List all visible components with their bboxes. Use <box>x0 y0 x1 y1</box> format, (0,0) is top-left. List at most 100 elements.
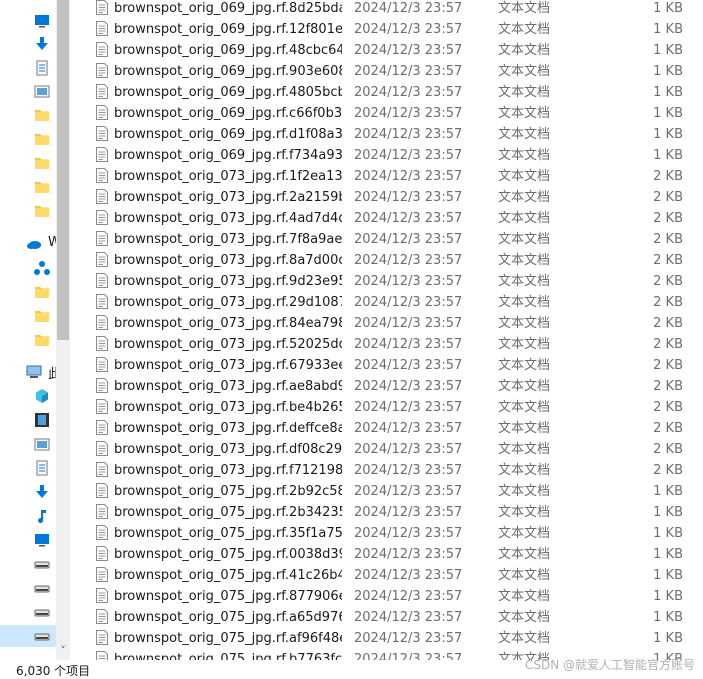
file-row[interactable]: brownspot_orig_075_jpg.rf.2b342353... 202… <box>90 502 703 523</box>
drive-icon <box>34 604 50 620</box>
file-row[interactable]: brownspot_orig_069_jpg.rf.8d25bda3... 202… <box>90 0 703 19</box>
file-name: brownspot_orig_073_jpg.rf.f7121985f... <box>114 463 342 478</box>
file-row[interactable]: brownspot_orig_069_jpg.rf.d1f08a31... 202… <box>90 124 703 145</box>
file-date-modified: 2024/12/3 23:57 <box>354 43 463 58</box>
nav-item[interactable] <box>0 577 56 599</box>
file-row[interactable]: brownspot_orig_069_jpg.rf.c66f0b3ce... 20… <box>90 103 703 124</box>
nav-item[interactable] <box>0 57 56 79</box>
text-file-icon <box>96 105 108 120</box>
file-size: 1 KB <box>653 631 683 646</box>
file-name: brownspot_orig_075_jpg.rf.35f1a75ea... <box>114 526 342 541</box>
file-row[interactable]: brownspot_orig_073_jpg.rf.ae8abd9b... 202… <box>90 376 703 397</box>
3d-objects-icon <box>34 388 50 404</box>
file-name: brownspot_orig_073_jpg.rf.df08c2930... <box>114 442 342 457</box>
file-name: brownspot_orig_073_jpg.rf.4ad7d4d1... <box>114 211 342 226</box>
file-row[interactable]: brownspot_orig_073_jpg.rf.7f8a9aeb... 202… <box>90 229 703 250</box>
file-row[interactable]: brownspot_orig_075_jpg.rf.877906e0... 202… <box>90 586 703 607</box>
file-row[interactable]: brownspot_orig_073_jpg.rf.df08c2930... 20… <box>90 439 703 460</box>
nav-item[interactable] <box>0 305 56 327</box>
nav-item[interactable] <box>0 481 56 503</box>
file-row[interactable]: brownspot_orig_073_jpg.rf.67933eec... 202… <box>90 355 703 376</box>
file-row[interactable]: brownspot_orig_069_jpg.rf.48cbc643... 202… <box>90 40 703 61</box>
nav-item[interactable] <box>0 601 56 623</box>
file-name: brownspot_orig_075_jpg.rf.41c26b45... <box>114 568 342 583</box>
nav-item[interactable] <box>0 529 56 551</box>
file-row[interactable]: brownspot_orig_073_jpg.rf.2a2159b3... 202… <box>90 187 703 208</box>
text-file-icon <box>96 63 108 78</box>
file-type: 文本文档 <box>498 547 551 562</box>
file-size: 2 KB <box>653 232 683 247</box>
nav-item[interactable] <box>0 385 56 407</box>
nav-item[interactable] <box>0 553 56 575</box>
file-type: 文本文档 <box>498 484 551 499</box>
file-name: brownspot_orig_075_jpg.rf.2b342353... <box>114 505 342 520</box>
file-date-modified: 2024/12/3 23:57 <box>354 568 463 583</box>
file-row[interactable]: brownspot_orig_075_jpg.rf.a65d9764... 202… <box>90 607 703 628</box>
file-row[interactable]: brownspot_orig_073_jpg.rf.8a7d00de... 202… <box>90 250 703 271</box>
file-row[interactable]: brownspot_orig_069_jpg.rf.12f801e77... 20… <box>90 19 703 40</box>
nav-item[interactable] <box>0 200 56 222</box>
file-size: 2 KB <box>653 274 683 289</box>
text-file-icon <box>96 147 108 162</box>
file-row[interactable]: brownspot_orig_075_jpg.rf.2b92c58a... 202… <box>90 481 703 502</box>
nav-item[interactable] <box>0 625 56 647</box>
file-name: brownspot_orig_069_jpg.rf.903e6089... <box>114 64 342 79</box>
nav-item[interactable] <box>0 80 56 102</box>
nav-scrollbar-thumb[interactable] <box>57 0 69 340</box>
file-row[interactable]: brownspot_orig_073_jpg.rf.4ad7d4d1... 202… <box>90 208 703 229</box>
file-size: 1 KB <box>653 547 683 562</box>
file-row[interactable]: brownspot_orig_073_jpg.rf.deffce8a5... 20… <box>90 418 703 439</box>
file-type: 文本文档 <box>498 442 551 457</box>
file-row[interactable]: brownspot_orig_075_jpg.rf.41c26b45... 202… <box>90 565 703 586</box>
nav-scroll-down-arrow[interactable]: ˅ <box>57 644 69 658</box>
file-date-modified: 2024/12/3 23:57 <box>354 610 463 625</box>
file-size: 2 KB <box>653 190 683 205</box>
file-size: 1 KB <box>653 148 683 163</box>
file-date-modified: 2024/12/3 23:57 <box>354 64 463 79</box>
file-type: 文本文档 <box>498 253 551 268</box>
file-row[interactable]: brownspot_orig_073_jpg.rf.be4b2650... 202… <box>90 397 703 418</box>
nav-item[interactable]: W <box>0 233 61 255</box>
file-row[interactable]: brownspot_orig_073_jpg.rf.52025dd8... 202… <box>90 334 703 355</box>
nav-item[interactable] <box>0 104 56 126</box>
nav-item[interactable] <box>0 409 56 431</box>
text-file-icon <box>96 84 108 99</box>
file-row[interactable]: brownspot_orig_069_jpg.rf.4805bcb3... 202… <box>90 82 703 103</box>
nav-item[interactable] <box>0 10 56 32</box>
file-row[interactable]: brownspot_orig_075_jpg.rf.35f1a75ea... 20… <box>90 523 703 544</box>
file-type: 文本文档 <box>498 22 551 37</box>
file-date-modified: 2024/12/3 23:57 <box>354 484 463 499</box>
file-row[interactable]: brownspot_orig_073_jpg.rf.84ea7989... 202… <box>90 313 703 334</box>
file-row[interactable]: brownspot_orig_075_jpg.rf.af96f48e0... 20… <box>90 628 703 649</box>
file-row[interactable]: brownspot_orig_073_jpg.rf.f7121985f... 20… <box>90 460 703 481</box>
nav-item[interactable] <box>0 257 56 279</box>
folder-icon <box>34 107 50 123</box>
nav-item[interactable] <box>0 433 56 455</box>
file-date-modified: 2024/12/3 23:57 <box>354 85 463 100</box>
file-row[interactable]: brownspot_orig_073_jpg.rf.29d10874... 202… <box>90 292 703 313</box>
file-type: 文本文档 <box>498 169 551 184</box>
text-file-icon <box>96 168 108 183</box>
nav-item[interactable] <box>0 33 56 55</box>
folder-icon <box>34 284 50 300</box>
nav-item[interactable] <box>0 281 56 303</box>
nav-item[interactable] <box>0 152 56 174</box>
nav-item[interactable]: 此 <box>0 361 61 383</box>
file-row[interactable]: brownspot_orig_073_jpg.rf.1f2ea139a... 20… <box>90 166 703 187</box>
file-type: 文本文档 <box>498 232 551 247</box>
file-row[interactable]: brownspot_orig_069_jpg.rf.903e6089... 202… <box>90 61 703 82</box>
file-date-modified: 2024/12/3 23:57 <box>354 547 463 562</box>
file-date-modified: 2024/12/3 23:57 <box>354 337 463 352</box>
folder-icon <box>34 155 50 171</box>
nav-item[interactable] <box>0 176 56 198</box>
nav-item[interactable] <box>0 128 56 150</box>
file-row[interactable]: brownspot_orig_069_jpg.rf.f734a9326... 20… <box>90 145 703 166</box>
file-row[interactable]: brownspot_orig_073_jpg.rf.9d23e958... 202… <box>90 271 703 292</box>
file-row[interactable]: brownspot_orig_075_jpg.rf.0038d392... 202… <box>90 544 703 565</box>
file-size: 2 KB <box>653 358 683 373</box>
nav-item[interactable] <box>0 505 56 527</box>
text-file-icon <box>96 630 108 645</box>
nav-item[interactable] <box>0 329 56 351</box>
nav-item[interactable] <box>0 457 56 479</box>
file-name: brownspot_orig_073_jpg.rf.7f8a9aeb... <box>114 232 342 247</box>
